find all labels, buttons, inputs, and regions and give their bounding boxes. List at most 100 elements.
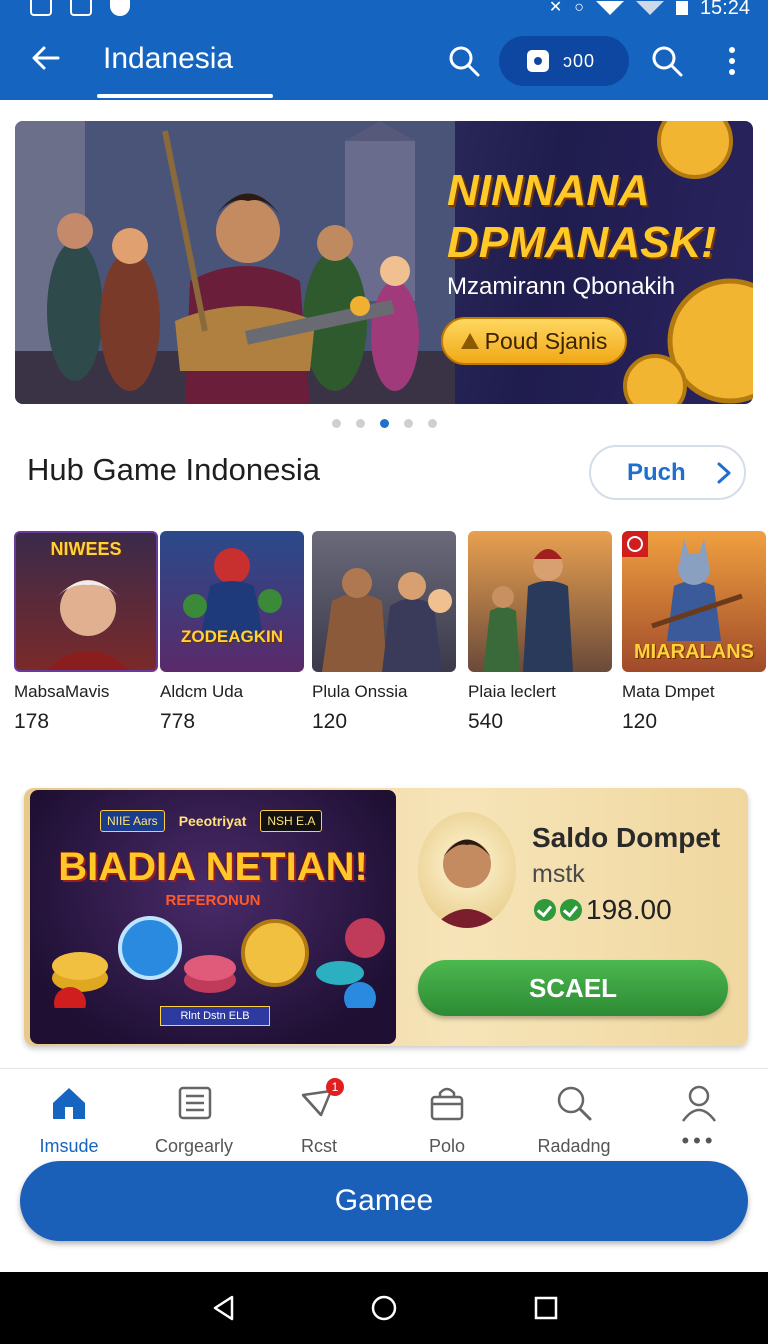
- banner-cta-button[interactable]: Poud Sjanis: [441, 317, 627, 365]
- page-title[interactable]: Indanesia: [103, 42, 233, 76]
- nav-item-polo[interactable]: Polo: [383, 1083, 511, 1157]
- nav-item-home[interactable]: Imsude: [5, 1083, 133, 1157]
- wifi-icon: [595, 1, 624, 15]
- promo-subheadline: REFERONUN: [165, 892, 261, 909]
- game-brand: ZODEAGKIN: [181, 627, 283, 646]
- app-bar: Indanesia ɔ00: [0, 22, 768, 100]
- shopping-bag-icon: [430, 1087, 464, 1121]
- scan-button[interactable]: SCAEL: [418, 960, 728, 1016]
- game-card[interactable]: Plaia leclert 540: [468, 531, 612, 734]
- game-thumbnail: ZODEAGKIN: [160, 531, 304, 672]
- nav-label: Radadng: [537, 1136, 611, 1156]
- game-card[interactable]: Plula Onssia 120: [312, 531, 456, 734]
- warning-icon: [460, 333, 479, 349]
- game-name: Mata Dmpet: [622, 682, 715, 701]
- carousel-dot-active[interactable]: [380, 419, 389, 428]
- profile-icon: [681, 1085, 717, 1122]
- home-icon: [53, 1088, 85, 1119]
- recents-icon[interactable]: [532, 1294, 560, 1322]
- clock: 15:24: [699, 0, 750, 19]
- gallery-icon: [30, 0, 52, 16]
- tab-indicator: [97, 94, 273, 98]
- share-icon: 1: [301, 1078, 344, 1117]
- game-name: Plaia leclert: [468, 682, 556, 701]
- nfc-icon: ✕: [548, 0, 563, 16]
- game-count: 120: [312, 710, 348, 733]
- game-thumbnail: MIARALANS: [622, 531, 766, 672]
- carousel-dot[interactable]: [332, 419, 341, 428]
- see-more-label: Puch: [627, 458, 686, 486]
- coin-icon: [527, 50, 549, 72]
- check-icon: [534, 899, 556, 921]
- banner-artwork: [15, 121, 455, 404]
- nav-item-rest[interactable]: 1 Rcst: [255, 1078, 383, 1157]
- wallet-subtitle: mstk: [532, 860, 585, 888]
- game-brand: MIARALANS: [634, 641, 754, 663]
- nav-item-profile[interactable]: •••: [635, 1083, 763, 1154]
- carousel-dot[interactable]: [356, 419, 365, 428]
- system-navigation-bar: [0, 1272, 768, 1344]
- more-vert-icon[interactable]: [724, 44, 740, 78]
- game-count: 540: [468, 710, 504, 733]
- back-icon[interactable]: [210, 1294, 238, 1322]
- search-icon[interactable]: [447, 44, 481, 78]
- carousel-dot[interactable]: [404, 419, 413, 428]
- coin-balance-pill[interactable]: ɔ00: [499, 36, 629, 86]
- promo-chip-bar: NIIE Aars Peeotriyat NSH E.A: [100, 810, 323, 832]
- hero-banner[interactable]: NINNANA DPMANASK! Mzamirann Qbonakih Pou…: [15, 121, 753, 404]
- edit-icon: [70, 0, 92, 16]
- wallet-promo-card: NIIE Aars Peeotriyat NSH E.A BIADIA NETI…: [24, 788, 748, 1046]
- game-name: Aldcm Uda: [160, 682, 244, 701]
- section-title: Hub Game Indonesia: [27, 452, 320, 487]
- home-circle-icon[interactable]: [370, 1294, 398, 1322]
- nav-item-category[interactable]: Corgearly: [130, 1083, 258, 1157]
- game-thumbnail: NIWEES: [14, 531, 158, 672]
- game-card[interactable]: NIWEES MabsaMavis 178: [14, 531, 158, 734]
- carousel-dot[interactable]: [428, 419, 437, 428]
- sync-icon: ○: [574, 0, 584, 16]
- games-row: NIWEES MabsaMavis 178 ZODEAGKIN Aldcm Ud…: [14, 531, 768, 741]
- see-more-button[interactable]: Puch: [589, 445, 746, 500]
- promo-chip: NIIE Aars: [100, 810, 165, 832]
- game-count: 778: [160, 710, 196, 733]
- nav-label: Polo: [428, 1136, 466, 1156]
- coin-balance: ɔ00: [563, 50, 596, 71]
- wallet-balance: 198.00: [534, 894, 672, 926]
- game-thumbnail: [312, 531, 456, 672]
- notification-icon: [110, 0, 130, 16]
- promo-footer-label: Rlnt Dstn ELB: [160, 1006, 270, 1026]
- promo-chip: Peeotriyat: [178, 813, 247, 829]
- nav-item-reading[interactable]: Radadng: [510, 1083, 638, 1157]
- notification-badge: 1: [332, 1080, 339, 1094]
- promo-artwork[interactable]: NIIE Aars Peeotriyat NSH E.A BIADIA NETI…: [30, 790, 396, 1044]
- carousel-indicator: [332, 419, 437, 428]
- wallet-title: Saldo Dompet: [532, 822, 721, 853]
- game-card[interactable]: MIARALANS Mata Dmpet 120: [622, 531, 766, 734]
- battery-icon: [675, 1, 688, 15]
- list-icon: [178, 1086, 212, 1120]
- nav-label: Rcst: [301, 1136, 337, 1156]
- game-name: Plula Onssia: [312, 682, 408, 701]
- banner-cta-label: Poud Sjanis: [484, 327, 608, 354]
- avatar: [418, 812, 516, 928]
- game-button[interactable]: Gamee: [20, 1161, 748, 1241]
- promo-chip: NSH E.A: [260, 810, 323, 832]
- game-brand: NIWEES: [50, 539, 122, 559]
- nav-label: Corgearly: [154, 1136, 234, 1156]
- wallet-amount: 198.00: [586, 894, 672, 925]
- game-thumbnail: [468, 531, 612, 672]
- promo-headline: BIADIA NETIAN!: [58, 845, 368, 889]
- signal-icon: [635, 1, 664, 15]
- search-icon: [557, 1086, 592, 1121]
- chevron-right-icon: [717, 462, 731, 483]
- bottom-navigation: Imsude Corgearly 1 Rcst Polo Radadng •••: [0, 1068, 768, 1156]
- status-bar: ✕ ○ 15:24: [0, 0, 768, 22]
- search-icon[interactable]: [650, 44, 684, 78]
- back-arrow-icon[interactable]: [28, 40, 64, 76]
- game-count: 178: [14, 710, 50, 733]
- game-card[interactable]: ZODEAGKIN Aldcm Uda 778: [160, 531, 304, 734]
- gold-coin-decoration: [623, 121, 753, 404]
- game-name: MabsaMavis: [14, 682, 110, 701]
- game-count: 120: [622, 710, 658, 733]
- more-dots-icon: •••: [681, 1128, 717, 1153]
